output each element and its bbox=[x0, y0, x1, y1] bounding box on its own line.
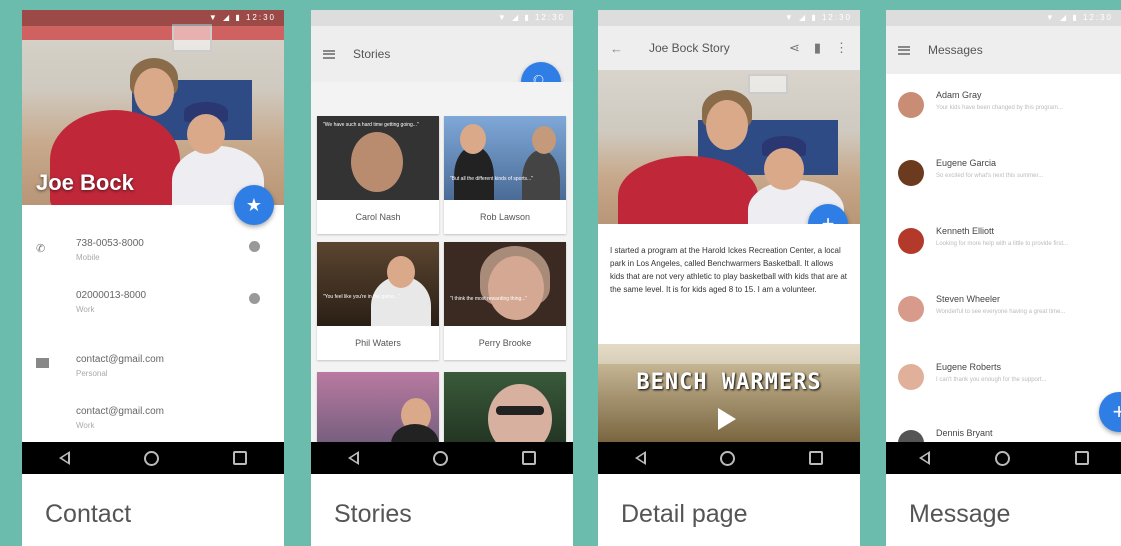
screen-caption: Contact bbox=[22, 474, 284, 546]
screen-caption: Detail page bbox=[598, 474, 860, 546]
status-bar: ▼ ◢ ▮ 12:30 bbox=[22, 10, 284, 26]
email-icon bbox=[36, 358, 49, 368]
story-card[interactable]: "We have such a hard time getting going.… bbox=[317, 116, 439, 234]
home-icon[interactable] bbox=[433, 450, 448, 466]
story-card[interactable] bbox=[317, 372, 439, 456]
story-card[interactable]: "You feel like you're in the game..." Ph… bbox=[317, 242, 439, 360]
story-quote: "You feel like you're in the game..." bbox=[323, 294, 400, 300]
recents-icon[interactable] bbox=[522, 451, 536, 465]
stories-grid: "We have such a hard time getting going.… bbox=[311, 82, 573, 456]
message-item[interactable]: Eugene Roberts I can't thank you enough … bbox=[886, 354, 1121, 420]
nav-bar bbox=[22, 442, 284, 474]
message-item[interactable]: Kenneth Elliott Looking for more help wi… bbox=[886, 218, 1121, 284]
message-preview: Looking for more help with a little to p… bbox=[936, 241, 1069, 247]
contact-name: Joe Bock bbox=[36, 170, 134, 195]
story-name: Carol Nash bbox=[355, 212, 401, 222]
menu-icon[interactable] bbox=[898, 45, 910, 55]
back-icon[interactable] bbox=[59, 451, 70, 465]
contact-screen: ▼ ◢ ▮ 12:30 Joe Bock ★ ✆ 738-0053-8000 M… bbox=[22, 10, 284, 546]
back-icon[interactable] bbox=[348, 451, 359, 465]
recents-icon[interactable] bbox=[233, 451, 247, 465]
video-title: BENCH WARMERS bbox=[636, 370, 822, 395]
phone-label: Mobile bbox=[76, 253, 100, 262]
message-preview: Your kids have been changed by this prog… bbox=[936, 105, 1063, 111]
story-quote: "We have such a hard time getting going.… bbox=[323, 122, 419, 128]
app-bar-title: Joe Bock Story bbox=[649, 41, 730, 55]
story-quote: "I think the most rewarding thing..." bbox=[450, 296, 528, 302]
story-card[interactable]: "But all the different kinds of sports..… bbox=[444, 116, 566, 234]
plus-icon: + bbox=[1112, 399, 1121, 424]
app-bar-title: Stories bbox=[353, 47, 391, 61]
message-item[interactable]: Eugene Garcia So excited for what's next… bbox=[886, 150, 1121, 216]
avatar bbox=[898, 296, 924, 322]
play-icon[interactable] bbox=[718, 408, 736, 430]
recents-icon[interactable] bbox=[809, 451, 823, 465]
email-label: Work bbox=[76, 421, 95, 430]
home-icon[interactable] bbox=[994, 450, 1010, 466]
phone-icon: ✆ bbox=[36, 243, 46, 255]
nav-bar bbox=[598, 442, 860, 474]
message-sender: Adam Gray bbox=[936, 90, 982, 100]
phone-value: 738-0053-8000 bbox=[76, 238, 144, 249]
menu-icon[interactable] bbox=[323, 49, 335, 59]
stories-screen: ▼ ◢ ▮ 12:30 Stories 🔍︎ "We have such a h… bbox=[311, 10, 573, 546]
message-preview: So excited for what's next this summer..… bbox=[936, 173, 1044, 179]
message-sender: Steven Wheeler bbox=[936, 294, 1001, 304]
detail-screen: ▼ ◢ ▮ 12:30 ← Joe Bock Story ⋖ ▮ ⋮ + I s… bbox=[598, 10, 860, 546]
email-value: contact@gmail.com bbox=[76, 354, 164, 365]
email-label: Personal bbox=[76, 369, 108, 378]
message-preview: Wonderful to see everyone having a great… bbox=[936, 309, 1066, 315]
phone-label: Work bbox=[76, 305, 95, 314]
favorite-star-button[interactable]: ★ bbox=[234, 185, 274, 225]
home-icon[interactable] bbox=[720, 450, 735, 466]
screen-caption: Message bbox=[886, 474, 1121, 546]
story-name: Phil Waters bbox=[355, 338, 401, 348]
avatar bbox=[898, 430, 924, 442]
message-sender: Kenneth Elliott bbox=[936, 226, 995, 236]
story-body: I started a program at the Harold Ickes … bbox=[598, 224, 860, 344]
message-icon[interactable] bbox=[249, 293, 260, 304]
nav-bar bbox=[311, 442, 573, 474]
recents-icon[interactable] bbox=[1074, 451, 1089, 465]
avatar bbox=[898, 92, 924, 118]
back-icon[interactable] bbox=[918, 451, 930, 465]
app-bar: ← Joe Bock Story ⋖ ▮ ⋮ bbox=[598, 26, 860, 70]
message-sender: Eugene Roberts bbox=[936, 362, 1002, 372]
message-item[interactable]: Dennis Bryant bbox=[886, 420, 1121, 442]
status-bar: ▼ ◢ ▮ 12:30 bbox=[598, 10, 860, 26]
story-quote: "But all the different kinds of sports..… bbox=[450, 176, 533, 182]
more-vert-icon[interactable]: ⋮ bbox=[835, 40, 848, 56]
message-sender: Dennis Bryant bbox=[936, 428, 993, 438]
nav-bar bbox=[886, 442, 1121, 474]
story-card[interactable] bbox=[444, 372, 566, 456]
app-bar: Messages bbox=[886, 26, 1121, 74]
status-bar: ▼ ◢ ▮ 12:30 bbox=[311, 10, 573, 26]
status-bar: ▼ ◢ ▮ 12:30 bbox=[886, 10, 1121, 26]
message-item[interactable]: Steven Wheeler Wonderful to see everyone… bbox=[886, 286, 1121, 352]
message-preview: I can't thank you enough for the support… bbox=[936, 377, 1047, 383]
avatar bbox=[898, 228, 924, 254]
back-arrow-icon[interactable]: ← bbox=[610, 41, 623, 56]
home-icon[interactable] bbox=[144, 450, 159, 466]
message-sender: Eugene Garcia bbox=[936, 158, 997, 168]
messages-screen: ▼ ◢ ▮ 12:30 Messages Adam Gray Your kids… bbox=[886, 10, 1121, 546]
avatar bbox=[898, 160, 924, 186]
message-icon[interactable] bbox=[249, 241, 260, 252]
detail-photo bbox=[598, 70, 860, 224]
back-icon[interactable] bbox=[635, 451, 646, 465]
message-item[interactable]: Adam Gray Your kids have been changed by… bbox=[886, 82, 1121, 148]
story-name: Rob Lawson bbox=[479, 212, 531, 222]
star-icon: ★ bbox=[245, 194, 263, 215]
screen-caption: Stories bbox=[311, 474, 573, 546]
bookmark-icon[interactable]: ▮ bbox=[814, 40, 821, 56]
video-thumbnail[interactable]: BENCH WARMERS bbox=[598, 344, 860, 442]
avatar bbox=[898, 364, 924, 390]
share-icon[interactable]: ⋖ bbox=[789, 40, 800, 56]
story-name: Perry Brooke bbox=[478, 338, 532, 348]
email-value: contact@gmail.com bbox=[76, 406, 164, 417]
phone-value: 02000013-8000 bbox=[76, 290, 147, 301]
story-card[interactable]: "I think the most rewarding thing..." Pe… bbox=[444, 242, 566, 360]
app-bar-title: Messages bbox=[928, 43, 983, 57]
